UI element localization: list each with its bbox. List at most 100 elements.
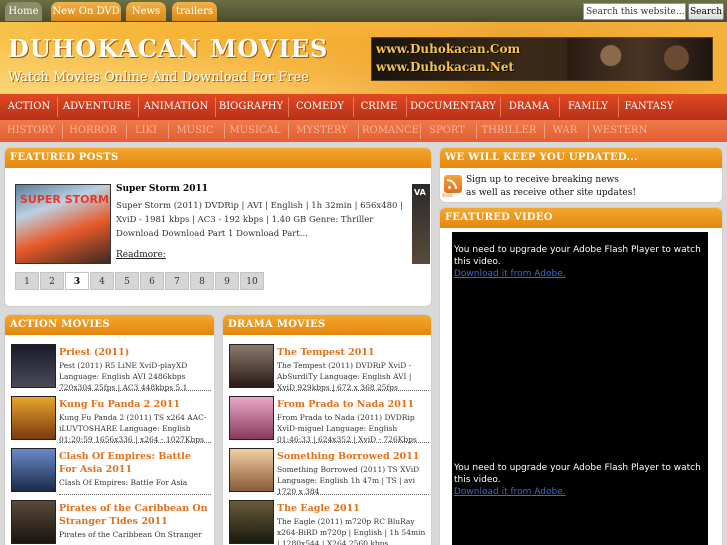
movie-description: From Prada to Nada (2011) DVDRip XviD-mi… <box>277 413 417 444</box>
featured-title[interactable]: Super Storm 2011 <box>116 184 208 194</box>
genre-action[interactable]: ACTION <box>4 94 54 120</box>
movie-description: Kung Fu Panda 2 (2011) TS x264 AAC-iLUVT… <box>59 413 207 444</box>
genre-fantasy[interactable]: FANTASY <box>621 94 677 120</box>
genre-divider <box>618 97 619 117</box>
genre-divider <box>168 123 169 139</box>
movie-description: Pirates of the Caribbean On Stranger Tid… <box>59 530 202 539</box>
list-item: The Tempest 2011 The Tempest (2011) DVDR… <box>223 344 431 395</box>
movie-thumbnail[interactable] <box>229 344 274 388</box>
genre-mystery[interactable]: MYSTERY <box>292 120 352 142</box>
movie-title[interactable]: Clash Of Empires: Battle For Asia 2011 <box>59 450 211 476</box>
featured-thumbnail[interactable]: SUPER STORM <box>15 184 111 264</box>
banner-image <box>567 38 712 80</box>
flash-download-link[interactable]: Download it from Adobe. <box>454 487 566 497</box>
genre-divider <box>406 97 407 117</box>
page-4[interactable]: 4 <box>90 272 114 290</box>
genre-menu-primary: ACTION ADVENTURE ANIMATION BIOGRAPHY COM… <box>0 94 727 120</box>
genre-animation[interactable]: ANIMATION <box>141 94 211 120</box>
genre-sport[interactable]: SPORT <box>424 120 470 142</box>
site-header: DUHOKACAN MOVIES Watch Movies Online And… <box>0 22 727 94</box>
genre-divider <box>288 123 289 139</box>
banner-url-com: www.Duhokacan.Com <box>376 42 521 56</box>
page-8[interactable]: 8 <box>190 272 214 290</box>
page-10[interactable]: 10 <box>240 272 264 290</box>
list-divider <box>277 494 429 495</box>
search-input[interactable] <box>583 3 686 20</box>
tab-news[interactable]: News <box>126 2 166 21</box>
genre-crime[interactable]: CRIME <box>356 94 402 120</box>
genre-thriller[interactable]: THRILLER <box>480 120 538 142</box>
movie-title[interactable]: From Prada to Nada 2011 <box>277 398 429 411</box>
tab-home[interactable]: Home <box>5 2 42 21</box>
page-5[interactable]: 5 <box>115 272 139 290</box>
header-banner[interactable]: www.Duhokacan.Com www.Duhokacan.Net <box>371 37 713 81</box>
movie-thumbnail[interactable] <box>229 448 274 492</box>
movie-thumbnail[interactable] <box>11 500 56 544</box>
movie-thumbnail[interactable] <box>229 500 274 544</box>
featured-readmore-link[interactable]: Readmore: <box>116 250 166 260</box>
genre-divider <box>544 123 545 139</box>
tab-new-on-dvd[interactable]: New On DVD <box>51 2 121 21</box>
movie-title[interactable]: Pirates of the Caribbean On Stranger Tid… <box>59 502 211 528</box>
movie-thumbnail[interactable] <box>229 396 274 440</box>
page-9[interactable]: 9 <box>215 272 239 290</box>
list-divider <box>59 494 211 495</box>
genre-romance[interactable]: ROMANCE <box>362 120 419 142</box>
movie-title[interactable]: The Tempest 2011 <box>277 346 429 359</box>
genre-divider <box>62 123 63 139</box>
genre-western[interactable]: WESTERN <box>592 120 648 142</box>
genre-family[interactable]: FAMILY <box>562 94 614 120</box>
genre-divider <box>57 97 58 117</box>
list-item: The Eagle 2011 The Eagle (2011) m720p RC… <box>223 500 431 545</box>
genre-adventure[interactable]: ADVENTURE <box>60 94 134 120</box>
genre-divider <box>224 123 225 139</box>
site-tagline: Watch Movies Online And Download For Fre… <box>8 70 309 85</box>
list-divider <box>59 390 211 391</box>
genre-divider <box>588 123 589 139</box>
movie-thumbnail[interactable] <box>11 448 56 492</box>
genre-divider <box>358 123 359 139</box>
movie-title[interactable]: Priest (2011) <box>59 346 211 359</box>
subscribe-panel: WE WILL KEEP YOU UPDATED... RSS Sign up … <box>439 147 723 203</box>
genre-musical[interactable]: MUSICAL <box>228 120 282 142</box>
genre-documentary[interactable]: DOCUMENTARY <box>409 94 497 120</box>
genre-war[interactable]: WAR <box>548 120 582 142</box>
page-7[interactable]: 7 <box>165 272 189 290</box>
tab-trailers[interactable]: trailers <box>172 2 217 21</box>
featured-next-thumbnail-text: VA <box>414 188 426 197</box>
rss-icon[interactable] <box>444 175 462 193</box>
page-3[interactable]: 3 <box>65 272 89 290</box>
video-player[interactable]: You need to upgrade your Adobe Flash Pla… <box>452 232 708 545</box>
genre-biography[interactable]: BIOGRAPHY <box>218 94 284 120</box>
list-item: From Prada to Nada 2011 From Prada to Na… <box>223 396 431 447</box>
featured-video-heading: FEATURED VIDEO <box>440 208 722 228</box>
movie-title[interactable]: The Eagle 2011 <box>277 502 429 515</box>
page-6[interactable]: 6 <box>140 272 164 290</box>
list-divider <box>277 442 429 443</box>
genre-comedy[interactable]: COMEDY <box>291 94 349 120</box>
subscribe-subtext: as well as receive other site updates! <box>466 188 636 198</box>
site-title[interactable]: DUHOKACAN MOVIES <box>8 34 328 63</box>
list-item: Clash Of Empires: Battle For Asia 2011 C… <box>5 448 214 499</box>
drama-movies-heading: DRAMA MOVIES <box>223 315 431 335</box>
genre-liki[interactable]: LIKI <box>130 120 162 142</box>
movie-title[interactable]: Kung Fu Panda 2 2011 <box>59 398 211 411</box>
movie-title[interactable]: Something Borrowed 2011 <box>277 450 429 463</box>
featured-thumbnail-text: SUPER STORM <box>20 193 109 206</box>
page-2[interactable]: 2 <box>40 272 64 290</box>
flash-download-link[interactable]: Download it from Adobe. <box>454 269 566 279</box>
list-item: Pirates of the Caribbean On Stranger Tid… <box>5 500 214 545</box>
movie-thumbnail[interactable] <box>11 344 56 388</box>
page-1[interactable]: 1 <box>15 272 39 290</box>
list-item: Kung Fu Panda 2 2011 Kung Fu Panda 2 (20… <box>5 396 214 447</box>
subscribe-heading: WE WILL KEEP YOU UPDATED... <box>440 148 722 168</box>
movie-thumbnail[interactable] <box>11 396 56 440</box>
genre-divider <box>500 97 501 117</box>
genre-horror[interactable]: HORROR <box>66 120 120 142</box>
genre-music[interactable]: MUSIC <box>172 120 218 142</box>
genre-divider <box>353 97 354 117</box>
genre-divider <box>126 123 127 139</box>
search-button[interactable]: Search <box>688 3 724 20</box>
genre-drama[interactable]: DRAMA <box>503 94 555 120</box>
genre-history[interactable]: HISTORY <box>6 120 56 142</box>
